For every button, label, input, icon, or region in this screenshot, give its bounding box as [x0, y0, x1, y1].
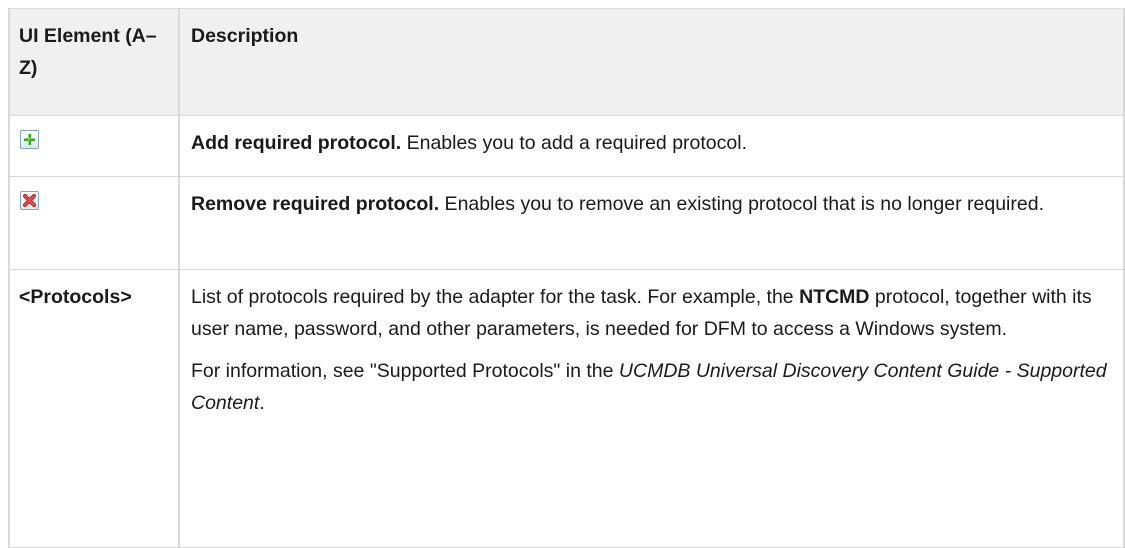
- header-ui-element: UI Element (A–Z): [8, 8, 180, 116]
- add-plus-icon: [20, 130, 39, 149]
- description-cell: Remove required protocol. Enables you to…: [178, 176, 1125, 270]
- protocols-p2-text-start: For information, see "Supported Protocol…: [191, 360, 619, 382]
- header-description: Description: [178, 8, 1125, 116]
- remove-description: Remove required protocol. Enables you to…: [191, 188, 1113, 220]
- description-cell: List of protocols required by the adapte…: [178, 269, 1125, 548]
- add-title: Add required protocol.: [191, 132, 402, 154]
- description-cell: Add required protocol. Enables you to ad…: [178, 115, 1125, 177]
- element-cell: [8, 176, 180, 270]
- table-row: Add required protocol. Enables you to ad…: [8, 115, 1125, 177]
- table-row: Remove required protocol. Enables you to…: [8, 176, 1125, 270]
- protocols-paragraph-2: For information, see "Supported Protocol…: [191, 355, 1113, 419]
- add-description: Add required protocol. Enables you to ad…: [191, 127, 1113, 159]
- ntcmd-label: NTCMD: [799, 286, 870, 308]
- remove-x-icon: [20, 191, 39, 210]
- remove-text: Enables you to remove an existing protoc…: [439, 193, 1044, 215]
- protocols-p2-text-end: .: [259, 392, 265, 414]
- ui-elements-table: UI Element (A–Z) Description Add require…: [8, 8, 1125, 548]
- table-row: <Protocols> List of protocols required b…: [8, 269, 1125, 548]
- protocols-element-label: <Protocols>: [19, 286, 132, 308]
- remove-title: Remove required protocol.: [191, 193, 440, 215]
- element-cell: [8, 115, 180, 177]
- protocols-p1-text-start: List of protocols required by the adapte…: [191, 286, 800, 308]
- table-header-row: UI Element (A–Z) Description: [8, 8, 1125, 116]
- protocols-paragraph-1: List of protocols required by the adapte…: [191, 281, 1113, 345]
- element-cell: <Protocols>: [8, 269, 180, 548]
- add-text: Enables you to add a required protocol.: [401, 132, 747, 154]
